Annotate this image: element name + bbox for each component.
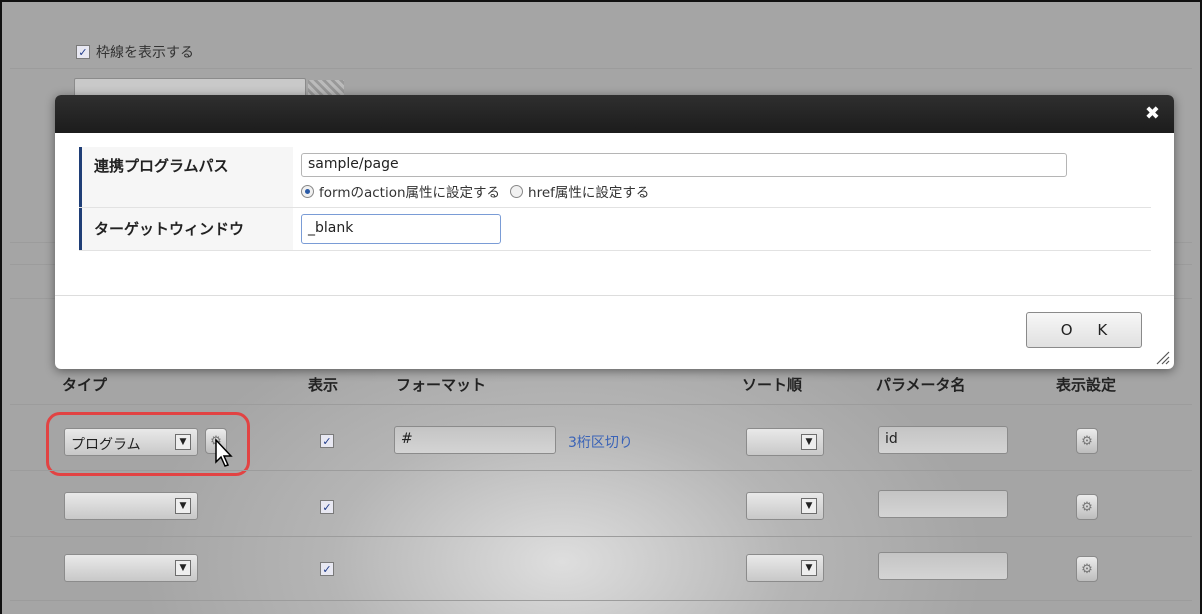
radio-href[interactable]	[510, 184, 524, 198]
display-checkbox[interactable]: ✓	[320, 434, 334, 448]
header-type: タイプ	[62, 376, 108, 394]
type-select[interactable]: ▼	[64, 492, 198, 520]
border-checkbox-row[interactable]: ✓ 枠線を表示する	[76, 42, 194, 62]
background-input-button[interactable]	[308, 80, 344, 96]
param-input[interactable]	[878, 490, 1008, 518]
chevron-down-icon: ▼	[801, 498, 817, 514]
radio-form-action[interactable]	[301, 184, 314, 198]
border-checkbox[interactable]: ✓	[76, 45, 90, 59]
sort-select[interactable]: ▼	[746, 492, 824, 520]
divider	[10, 68, 1192, 69]
sort-select[interactable]: ▼	[746, 428, 824, 456]
divider	[10, 470, 1192, 471]
gear-icon[interactable]: ⚙	[1076, 556, 1098, 582]
chevron-down-icon: ▼	[801, 434, 817, 450]
chevron-down-icon: ▼	[175, 498, 191, 514]
divider	[10, 536, 1192, 537]
form-row-target-window: ターゲットウィンドウ _blank	[79, 208, 1151, 251]
mouse-pointer-icon	[215, 438, 233, 467]
format-input[interactable]: #	[394, 426, 556, 454]
param-input[interactable]	[878, 552, 1008, 580]
divider	[10, 404, 1192, 405]
form-row-program-path: 連携プログラムパス sample/page formのaction属性に設定する…	[79, 147, 1151, 208]
radio-href-label: href属性に設定する	[528, 185, 650, 201]
chevron-down-icon: ▼	[801, 560, 817, 576]
header-param: パラメータ名	[876, 376, 966, 394]
param-input[interactable]: id	[878, 426, 1008, 454]
close-icon[interactable]: ✖	[1145, 103, 1160, 124]
display-checkbox[interactable]: ✓	[320, 500, 334, 514]
display-checkbox[interactable]: ✓	[320, 562, 334, 576]
header-display-setting: 表示設定	[1056, 376, 1117, 394]
gear-icon[interactable]: ⚙	[1076, 428, 1098, 454]
program-path-field-cell: sample/page formのaction属性に設定する href属性に設定…	[293, 147, 1151, 207]
app-window: ✓ 枠線を表示する タイプ 表示 フォーマット ソート順 パラメータ名 表示設定…	[0, 0, 1202, 614]
gear-icon[interactable]: ⚙	[1076, 494, 1098, 520]
resize-handle-icon[interactable]	[1156, 351, 1170, 365]
ok-button[interactable]: O K	[1026, 312, 1142, 348]
target-window-label: ターゲットウィンドウ	[79, 208, 293, 250]
sort-select[interactable]: ▼	[746, 554, 824, 582]
target-window-input[interactable]: _blank	[301, 214, 501, 244]
target-window-field-cell: _blank	[293, 208, 1151, 250]
border-checkbox-label: 枠線を表示する	[96, 45, 194, 61]
format-link[interactable]: 3桁区切り	[568, 432, 633, 452]
header-display: 表示	[308, 376, 339, 394]
header-format: フォーマット	[396, 376, 487, 394]
dialog-header: ✖	[55, 95, 1174, 133]
dialog-footer-divider	[55, 295, 1174, 296]
chevron-down-icon: ▼	[175, 560, 191, 576]
header-sort: ソート順	[742, 376, 803, 394]
program-path-input[interactable]: sample/page	[301, 153, 1067, 177]
dialog-body: 連携プログラムパス sample/page formのaction属性に設定する…	[79, 147, 1151, 251]
program-path-label: 連携プログラムパス	[79, 147, 293, 207]
radio-form-action-label: formのaction属性に設定する	[319, 185, 501, 201]
divider	[10, 600, 1192, 601]
program-link-dialog: ✖ 連携プログラムパス sample/page formのaction属性に設定…	[55, 95, 1174, 369]
radio-group: formのaction属性に設定する href属性に設定する	[301, 181, 1143, 201]
type-select[interactable]: ▼	[64, 554, 198, 582]
